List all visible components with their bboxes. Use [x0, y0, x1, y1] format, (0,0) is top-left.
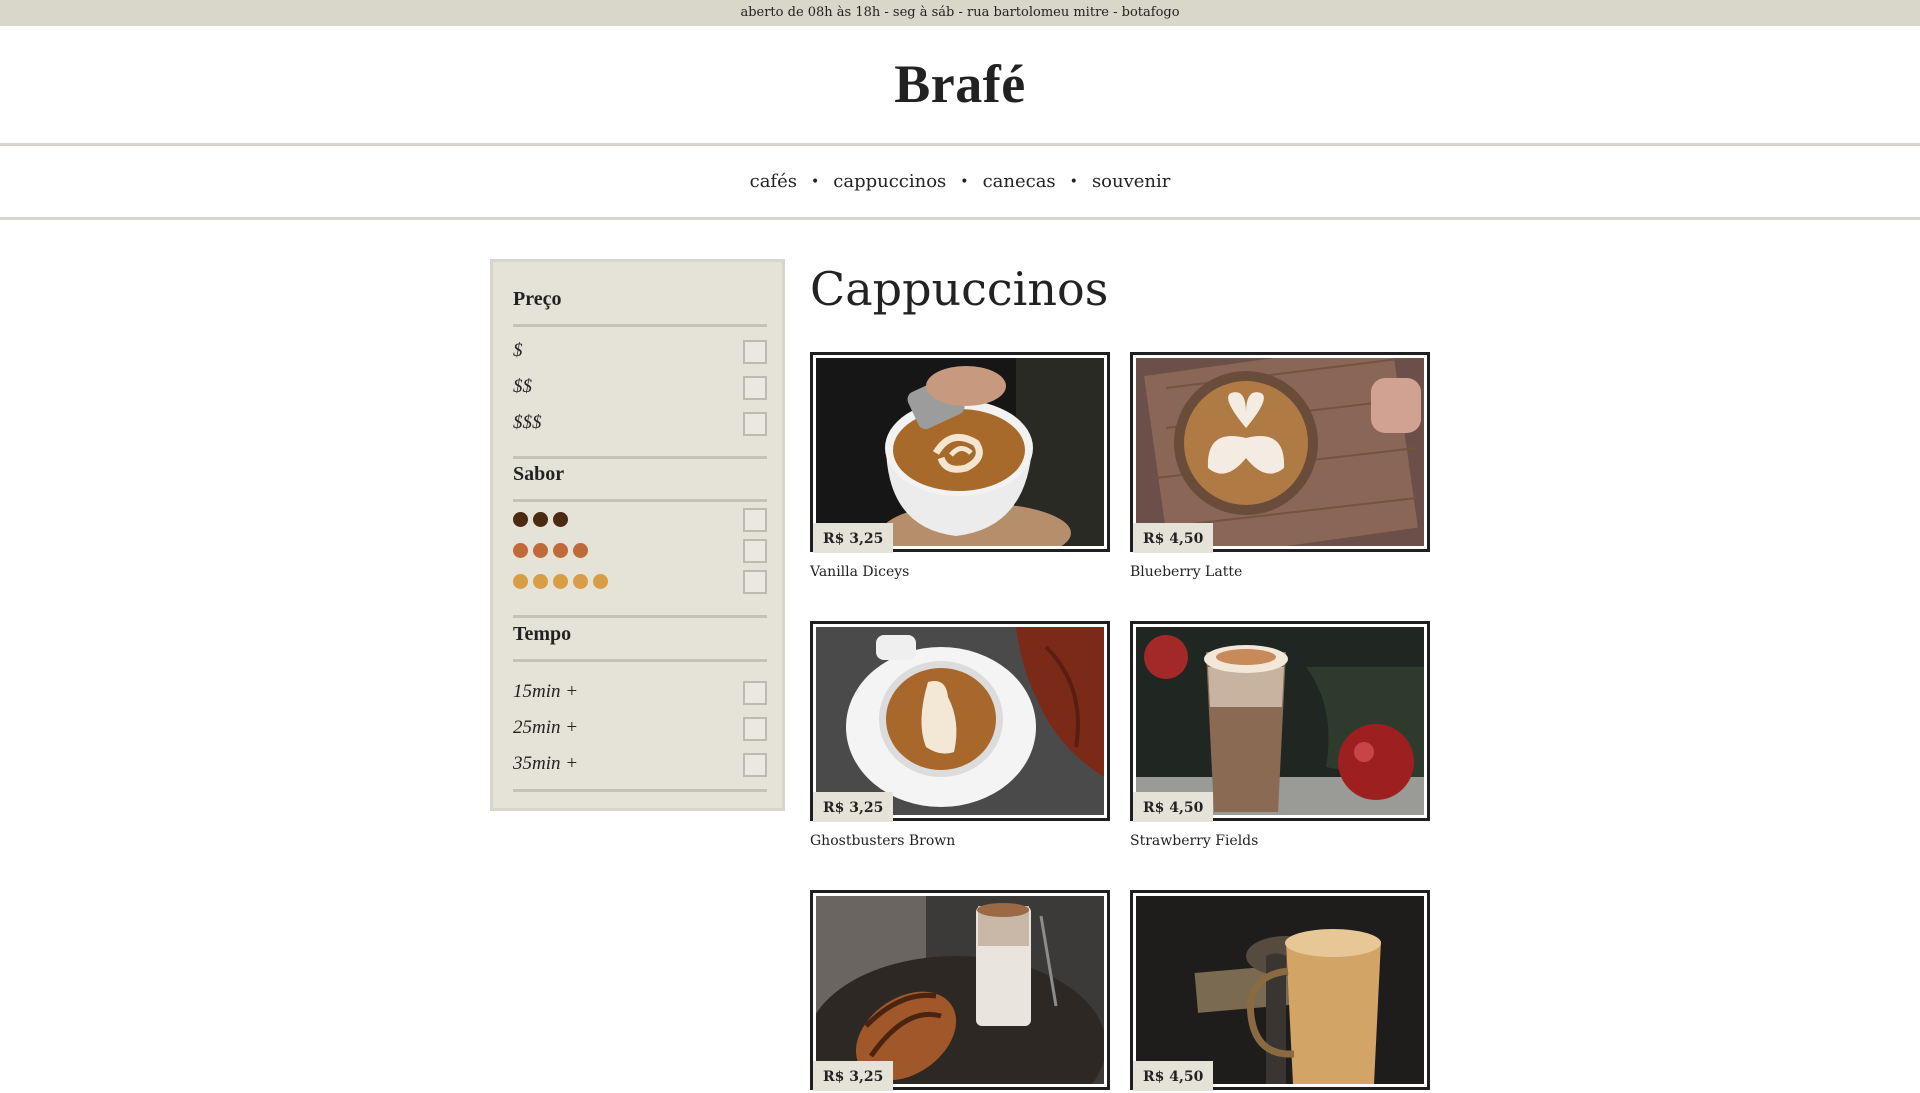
time-checkbox-1[interactable] — [743, 681, 767, 705]
info-bar: aberto de 08h às 18h - seg à sáb - rua b… — [0, 0, 1920, 26]
product-section: Cappuccinos R$ 3,25 Vanilla Diceys R$ 4,… — [810, 259, 1430, 1091]
price-checkbox-1[interactable] — [743, 340, 767, 364]
opening-hours-text: aberto de 08h às 18h - seg à sáb - rua b… — [740, 5, 1180, 20]
nav-separator: • — [810, 173, 820, 190]
price-tag: R$ 4,50 — [1133, 523, 1214, 553]
price-tag: R$ 3,25 — [813, 523, 894, 553]
nav-item-cappuccinos[interactable]: cappuccinos — [833, 171, 946, 192]
time-option-label: 35min + — [513, 753, 579, 774]
product-image-frame[interactable]: R$ 3,25 — [810, 621, 1110, 822]
latte-art-pour-photo — [816, 358, 1104, 546]
flavor-dot — [513, 574, 528, 589]
flavor-checkbox-3[interactable] — [743, 570, 767, 594]
coffee-glass-mug-photo — [1136, 896, 1424, 1084]
time-checkbox-2[interactable] — [743, 717, 767, 741]
product-image-frame[interactable]: R$ 4,50 — [1130, 352, 1430, 553]
price-checkbox-2[interactable] — [743, 376, 767, 400]
flavor-dot — [533, 512, 548, 527]
price-tag: R$ 4,50 — [1133, 1061, 1214, 1091]
product-card[interactable]: R$ 3,25 — [810, 890, 1110, 1091]
flavor-dot — [533, 574, 548, 589]
flavor-dot — [533, 543, 548, 558]
time-option: 15min + — [513, 674, 767, 710]
flavor-dot — [513, 543, 528, 558]
filter-sidebar: Preço $ $$ $$$ Sabor Tempo 15min + 25min… — [490, 259, 785, 811]
product-image-frame[interactable]: R$ 3,25 — [810, 352, 1110, 553]
time-checkbox-3[interactable] — [743, 753, 767, 777]
nav-separator: • — [1069, 173, 1078, 190]
time-option-label: 15min + — [513, 681, 579, 702]
time-filter-title: Tempo — [513, 609, 767, 662]
flavor-dot — [553, 574, 568, 589]
brand-logo[interactable]: Brafé — [0, 26, 1920, 143]
latte-on-wooden-board-photo — [1136, 358, 1424, 546]
price-option-label: $ — [513, 340, 523, 361]
croissant-latte-photo — [816, 896, 1104, 1084]
price-option-label: $$$ — [513, 412, 542, 433]
flavor-dot — [553, 512, 568, 527]
product-name[interactable]: Vanilla Diceys — [810, 564, 909, 580]
time-option: 35min + — [513, 746, 767, 782]
flavor-strength-dots-3 — [513, 512, 568, 527]
price-checkbox-3[interactable] — [743, 412, 767, 436]
price-option: $$$ — [513, 405, 767, 441]
flavor-option — [513, 502, 767, 533]
price-tag: R$ 3,25 — [813, 1061, 894, 1091]
flavor-checkbox-2[interactable] — [743, 539, 767, 563]
site-header: Brafé — [0, 26, 1920, 146]
product-image-frame[interactable]: R$ 3,25 — [810, 890, 1110, 1091]
product-name[interactable]: Strawberry Fields — [1130, 833, 1258, 849]
ghost-latte-art-photo — [816, 627, 1104, 815]
flavor-option — [513, 539, 767, 595]
flavor-filter: Sabor — [513, 449, 767, 595]
flavor-dot — [513, 512, 528, 527]
page-title: Cappuccinos — [810, 262, 1109, 316]
flavor-strength-dots-4 — [513, 543, 588, 558]
main-nav: cafés • cappuccinos • canecas • souvenir — [0, 146, 1920, 220]
product-card[interactable]: R$ 3,25 Ghostbusters Brown — [810, 621, 1110, 849]
nav-item-canecas[interactable]: canecas — [983, 171, 1056, 192]
cinnamon-latte-glass-photo — [1136, 627, 1424, 815]
product-name[interactable]: Ghostbusters Brown — [810, 833, 955, 849]
flavor-dot — [573, 543, 588, 558]
nav-item-souvenir[interactable]: souvenir — [1092, 171, 1170, 192]
product-card[interactable]: R$ 4,50 Blueberry Latte — [1130, 352, 1430, 580]
price-tag: R$ 4,50 — [1133, 792, 1214, 822]
product-card[interactable]: R$ 4,50 — [1130, 890, 1430, 1091]
price-option-label: $$ — [513, 376, 532, 397]
time-option-label: 25min + — [513, 717, 579, 738]
price-filter-title: Preço — [513, 274, 767, 327]
flavor-filter-title: Sabor — [513, 449, 767, 502]
flavor-dot — [593, 574, 608, 589]
product-card[interactable]: R$ 4,50 Strawberry Fields — [1130, 621, 1430, 849]
price-filter: Preço $ $$ $$$ — [513, 274, 767, 441]
time-filter: Tempo 15min + 25min + 35min + — [513, 609, 767, 782]
nav-item-cafes[interactable]: cafés — [750, 171, 797, 192]
flavor-strength-dots-5 — [513, 574, 608, 589]
product-image-frame[interactable]: R$ 4,50 — [1130, 890, 1430, 1091]
flavor-option — [513, 508, 767, 564]
product-image-frame[interactable]: R$ 4,50 — [1130, 621, 1430, 822]
nav-separator: • — [960, 173, 969, 190]
price-option: $$ — [513, 369, 767, 405]
flavor-dot — [553, 543, 568, 558]
flavor-dot — [573, 574, 588, 589]
product-card[interactable]: R$ 3,25 Vanilla Diceys — [810, 352, 1110, 580]
filter-divider — [513, 789, 767, 792]
price-tag: R$ 3,25 — [813, 792, 894, 822]
product-name[interactable]: Blueberry Latte — [1130, 564, 1242, 580]
time-option: 25min + — [513, 710, 767, 746]
flavor-checkbox-1[interactable] — [743, 508, 767, 532]
price-option: $ — [513, 333, 767, 369]
